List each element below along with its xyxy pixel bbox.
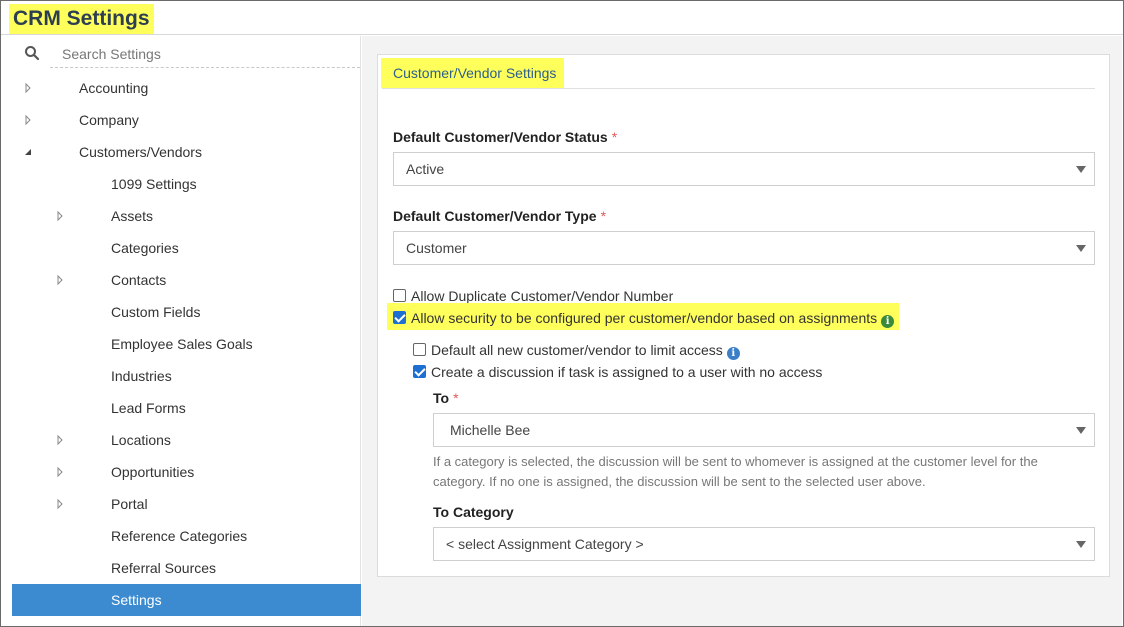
search-icon	[25, 46, 40, 61]
to-required-mark: *	[453, 390, 459, 406]
sidebar-item[interactable]: Opportunities	[12, 456, 361, 488]
sidebar-item[interactable]: 1099 Settings	[12, 168, 361, 200]
type-label-text: Default Customer/Vendor Type	[393, 208, 597, 224]
allow-duplicate-checkbox[interactable]	[393, 289, 406, 302]
help-line-1: If a category is selected, the discussio…	[433, 454, 1038, 469]
sidebar-item-label: Reference Categories	[111, 528, 248, 544]
default-limit-label: Default all new customer/vendor to limit…	[431, 340, 740, 360]
header-divider	[1, 34, 1123, 35]
to-category-select[interactable]: < select Assignment Category >	[433, 527, 1095, 561]
info-icon[interactable]: i	[881, 315, 895, 328]
default-limit-checkbox[interactable]	[413, 343, 426, 356]
sidebar-item-label: Settings	[111, 592, 162, 608]
sidebar-item-label: Opportunities	[111, 464, 195, 480]
status-select-value: Active	[406, 161, 445, 177]
to-label-text: To	[433, 390, 450, 406]
sidebar-item-label: Lead Forms	[111, 400, 186, 416]
allow-security-checkbox[interactable]	[393, 311, 406, 324]
to-field-label: To *	[433, 389, 459, 407]
sidebar-item[interactable]: Settings	[12, 584, 361, 616]
to-user-value: Michelle Bee	[450, 422, 531, 438]
chevron-down-icon	[1076, 541, 1086, 548]
to-category-value: < select Assignment Category >	[446, 536, 644, 552]
caret-expanded-icon[interactable]	[22, 136, 34, 168]
to-help-text: If a category is selected, the discussio…	[433, 452, 1103, 492]
default-limit-text: Default all new customer/vendor to limit…	[431, 342, 723, 358]
sidebar-item[interactable]: Contacts	[12, 264, 361, 296]
sidebar-item-label: Referral Sources	[111, 560, 217, 576]
chevron-down-icon	[1076, 166, 1086, 173]
caret-right-icon[interactable]	[54, 488, 66, 520]
sidebar-item-label: Categories	[111, 240, 179, 256]
settings-sidebar: Accounting Company Customers/Vendors 1099 S…	[12, 36, 361, 626]
caret-right-icon[interactable]	[54, 200, 66, 232]
status-select[interactable]: Active	[393, 152, 1095, 186]
sidebar-item[interactable]: Accounting	[12, 72, 361, 104]
search-input[interactable]	[50, 40, 360, 68]
info-icon[interactable]: i	[726, 347, 740, 360]
sidebar-item[interactable]: Assets	[12, 200, 361, 232]
sidebar-item-label: Contacts	[111, 272, 167, 288]
sidebar-item-label: 1099 Settings	[111, 176, 197, 192]
sidebar-item[interactable]: Portal	[12, 488, 361, 520]
caret-right-icon[interactable]	[54, 264, 66, 296]
sidebar-item[interactable]: Employee Sales Goals	[12, 328, 361, 360]
sidebar-item[interactable]: Categories	[12, 232, 361, 264]
to-user-select[interactable]: Michelle Bee	[433, 413, 1095, 447]
allow-security-text: Allow security to be configured per cust…	[411, 310, 878, 326]
help-line-2: category. If no one is assigned, the dis…	[433, 474, 926, 489]
sidebar-item-label: Assets	[111, 208, 154, 224]
caret-right-icon[interactable]	[54, 456, 66, 488]
chevron-down-icon	[1076, 427, 1086, 434]
sidebar-item-label: Portal	[111, 496, 148, 512]
settings-panel: Customer/Vendor Settings Default Custome…	[377, 54, 1110, 577]
panel-divider	[382, 88, 1095, 89]
type-select[interactable]: Customer	[393, 231, 1095, 265]
search-row	[12, 36, 361, 70]
panel-title: Customer/Vendor Settings	[381, 58, 565, 88]
allow-security-label: Allow security to be configured per cust…	[411, 308, 895, 328]
status-field-label: Default Customer/Vendor Status *	[393, 128, 617, 146]
sidebar-item[interactable]: Custom Fields	[12, 296, 361, 328]
create-discussion-label: Create a discussion if task is assigned …	[431, 364, 823, 380]
sidebar-item[interactable]: Locations	[12, 424, 361, 456]
sidebar-item-label: Custom Fields	[111, 304, 201, 320]
status-required-mark: *	[611, 129, 618, 145]
app-title: CRM Settings	[9, 4, 154, 34]
sidebar-item[interactable]: Lead Forms	[12, 392, 361, 424]
type-select-value: Customer	[406, 240, 467, 256]
to-category-label: To Category	[433, 504, 514, 520]
sidebar-item-label: Employee Sales Goals	[111, 336, 253, 352]
type-required-mark: *	[600, 208, 607, 224]
main-content: Customer/Vendor Settings Default Custome…	[362, 36, 1122, 626]
sidebar-item[interactable]: Customers/Vendors	[12, 136, 361, 168]
sidebar-item-label: Company	[79, 112, 139, 128]
sidebar-item-label: Customers/Vendors	[79, 144, 202, 160]
sidebar-item[interactable]: Reference Categories	[12, 520, 361, 552]
type-field-label: Default Customer/Vendor Type *	[393, 207, 606, 225]
create-discussion-checkbox[interactable]	[413, 365, 426, 378]
caret-right-icon[interactable]	[22, 104, 34, 136]
sidebar-item[interactable]: Industries	[12, 360, 361, 392]
sidebar-item[interactable]: Referral Sources	[12, 552, 361, 584]
sidebar-item-label: Accounting	[79, 80, 149, 96]
caret-right-icon[interactable]	[54, 424, 66, 456]
sidebar-item-label: Locations	[111, 432, 171, 448]
status-label-text: Default Customer/Vendor Status	[393, 129, 608, 145]
chevron-down-icon	[1076, 245, 1086, 252]
caret-right-icon[interactable]	[22, 72, 34, 104]
sidebar-item[interactable]: Company	[12, 104, 361, 136]
sidebar-item-label: Industries	[111, 368, 172, 384]
